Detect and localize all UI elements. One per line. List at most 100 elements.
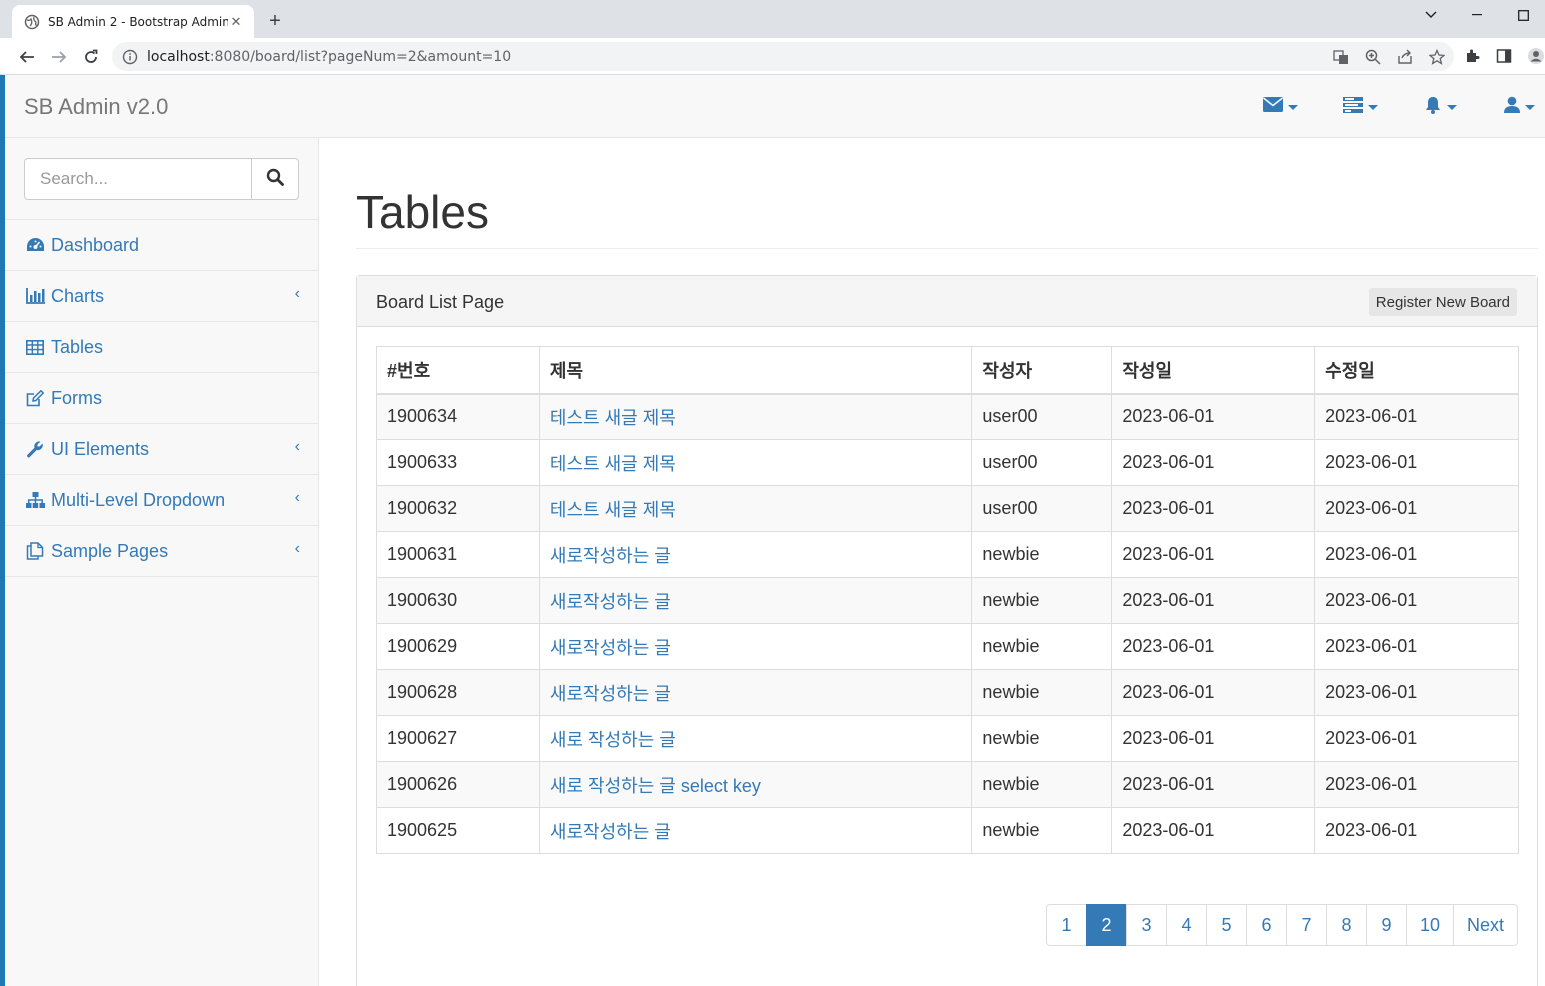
register-new-board-button[interactable]: Register New Board (1368, 288, 1517, 316)
table-row: 1900626 새로 작성하는 글 select key newbie 2023… (376, 761, 1519, 808)
reload-button[interactable] (78, 44, 104, 70)
user-dropdown[interactable] (1504, 96, 1535, 117)
post-title-link[interactable]: 테스트 새글 제목 (550, 500, 676, 520)
page-wrapper: Tables Board List Page Register New Boar… (320, 138, 1545, 986)
post-title-link[interactable]: 새로작성하는 글 (550, 546, 671, 566)
sidebar-item-label: Tables (51, 336, 104, 357)
cell-title: 새로작성하는 글 (538, 623, 973, 670)
browser-toolbar: localhost:8080/board/list?pageNum=2&amou… (0, 38, 1545, 75)
column-header-regdate: 작성일 (1111, 346, 1316, 395)
search-input[interactable] (24, 158, 252, 200)
post-title-link[interactable]: 새로작성하는 글 (550, 822, 671, 842)
profile-icon[interactable] (1527, 46, 1545, 66)
translate-icon[interactable] (1332, 48, 1350, 66)
caret-down-icon (1368, 104, 1378, 110)
cell-updatedate: 2023-06-01 (1314, 485, 1519, 532)
page-9-button[interactable]: 9 (1365, 904, 1407, 946)
zoom-icon[interactable] (1364, 48, 1382, 66)
cell-title: 새로 작성하는 글 select key (538, 761, 973, 808)
extensions-icon[interactable] (1463, 46, 1481, 66)
post-title-link[interactable]: 테스트 새글 제목 (550, 454, 676, 474)
sidebar-item-tables[interactable]: Tables (5, 322, 318, 373)
alerts-dropdown[interactable] (1424, 96, 1457, 119)
close-icon[interactable]: ✕ (228, 14, 244, 30)
column-header-title: 제목 (538, 346, 973, 395)
page-5-button[interactable]: 5 (1205, 904, 1247, 946)
sidebar-item-ui-elements[interactable]: UI Elements ‹ (5, 424, 318, 475)
cell-regdate: 2023-06-01 (1111, 715, 1316, 762)
forward-button[interactable] (46, 44, 72, 70)
sidebar-item-sample-pages[interactable]: Sample Pages ‹ (5, 526, 318, 577)
cell-writer: newbie (971, 531, 1113, 578)
search-button[interactable] (251, 158, 299, 200)
share-icon[interactable] (1396, 48, 1414, 66)
sidebar-item-label: Dashboard (51, 234, 140, 255)
cell-updatedate: 2023-06-01 (1314, 761, 1519, 808)
cell-updatedate: 2023-06-01 (1314, 531, 1519, 578)
post-title-link[interactable]: 새로작성하는 글 (550, 592, 671, 612)
page-1-button[interactable]: 1 (1045, 904, 1087, 946)
pagination: 1 2 3 4 5 6 7 8 9 10 Next (1045, 904, 1518, 946)
sidebar-item-dashboard[interactable]: Dashboard (5, 220, 318, 271)
table-row: 1900632 테스트 새글 제목 user00 2023-06-01 2023… (376, 485, 1519, 532)
browser-tab[interactable]: SB Admin 2 - Bootstrap Admin ✕ (12, 5, 254, 38)
maximize-button[interactable] (1500, 0, 1545, 30)
cell-no: 1900631 (376, 531, 540, 578)
chevron-left-icon: ‹ (294, 540, 300, 557)
bar-chart-icon (25, 287, 45, 305)
cell-regdate: 2023-06-01 (1111, 577, 1316, 624)
info-icon[interactable] (122, 49, 138, 65)
cell-no: 1900630 (376, 577, 540, 624)
page-2-button[interactable]: 2 (1085, 904, 1127, 946)
bookmark-star-icon[interactable] (1428, 48, 1446, 66)
sidebar-item-charts[interactable]: Charts ‹ (5, 271, 318, 322)
url-text: localhost:8080/board/list?pageNum=2&amou… (147, 49, 511, 65)
post-title-link[interactable]: 새로 작성하는 글 select key (550, 776, 761, 796)
column-header-no: #번호 (376, 346, 540, 395)
url-path: :8080/board/list?pageNum=2&amount=10 (209, 48, 512, 65)
page-3-button[interactable]: 3 (1125, 904, 1167, 946)
cell-no: 1900628 (376, 669, 540, 716)
post-title-link[interactable]: 테스트 새글 제목 (550, 408, 676, 428)
top-navbar: SB Admin v2.0 (5, 75, 1545, 138)
page-7-button[interactable]: 7 (1285, 904, 1327, 946)
back-button[interactable] (14, 44, 40, 70)
search-icon (266, 168, 284, 191)
chevron-down-icon[interactable] (1408, 0, 1454, 30)
brand-logo[interactable]: SB Admin v2.0 (24, 94, 168, 120)
post-title-link[interactable]: 새로작성하는 글 (550, 638, 671, 658)
bell-icon (1424, 96, 1442, 119)
sidebar-search (5, 138, 318, 220)
cell-updatedate: 2023-06-01 (1314, 393, 1519, 440)
new-tab-button[interactable]: + (262, 9, 288, 35)
sidebar-item-forms[interactable]: Forms (5, 373, 318, 424)
page-10-button[interactable]: 10 (1405, 904, 1454, 946)
cell-title: 테스트 새글 제목 (538, 485, 973, 532)
page-6-button[interactable]: 6 (1245, 904, 1287, 946)
page-8-button[interactable]: 8 (1325, 904, 1367, 946)
caret-down-icon (1525, 104, 1535, 110)
board-panel: Board List Page Register New Board #번호 제… (356, 275, 1538, 986)
sidebar-item-label: Charts (51, 285, 105, 306)
next-page-button[interactable]: Next (1452, 904, 1518, 946)
cell-regdate: 2023-06-01 (1111, 393, 1316, 440)
sidebar-item-label: Multi-Level Dropdown (51, 489, 226, 510)
tasks-dropdown[interactable] (1343, 96, 1378, 117)
page-4-button[interactable]: 4 (1165, 904, 1207, 946)
sidebar-item-multi-level-dropdown[interactable]: Multi-Level Dropdown ‹ (5, 475, 318, 526)
cell-no: 1900633 (376, 439, 540, 486)
cell-no: 1900629 (376, 623, 540, 670)
address-bar[interactable]: localhost:8080/board/list?pageNum=2&amou… (112, 42, 1454, 71)
side-panel-icon[interactable] (1495, 46, 1513, 66)
post-title-link[interactable]: 새로작성하는 글 (550, 684, 671, 704)
post-title-link[interactable]: 새로 작성하는 글 (550, 730, 676, 750)
table-row: 1900625 새로작성하는 글 newbie 2023-06-01 2023-… (376, 807, 1519, 854)
cell-title: 새로작성하는 글 (538, 577, 973, 624)
envelope-icon (1263, 97, 1283, 117)
browser-tab-strip: SB Admin 2 - Bootstrap Admin ✕ + (0, 0, 1545, 38)
messages-dropdown[interactable] (1263, 97, 1298, 117)
minimize-button[interactable] (1454, 0, 1500, 30)
cell-writer: newbie (971, 623, 1113, 670)
cell-writer: newbie (971, 761, 1113, 808)
table-row: 1900631 새로작성하는 글 newbie 2023-06-01 2023-… (376, 531, 1519, 578)
